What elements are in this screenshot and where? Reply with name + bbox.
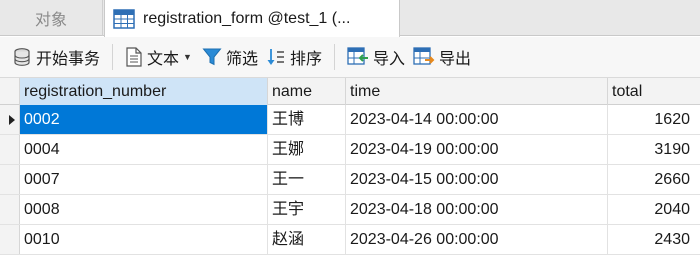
sort-label: 排序 xyxy=(289,51,322,68)
begin-transaction-label: 开始事务 xyxy=(36,51,101,68)
cell-registration-number[interactable]: 0010 xyxy=(20,225,268,254)
grid-header: registration_number name time total xyxy=(0,77,700,105)
table-row[interactable]: 0008 王宇 2023-04-18 00:00:00 2040 xyxy=(0,195,700,225)
current-row-arrow-icon xyxy=(9,115,15,125)
database-icon xyxy=(14,48,30,66)
column-header-time[interactable]: time xyxy=(346,78,608,105)
cell-total[interactable]: 1620 xyxy=(608,105,700,134)
import-label: 导入 xyxy=(372,51,405,68)
row-indicator xyxy=(0,165,20,194)
cell-time[interactable]: 2023-04-26 00:00:00 xyxy=(346,225,608,254)
cell-name[interactable]: 王娜 xyxy=(268,135,346,164)
cell-registration-number[interactable]: 0002 xyxy=(20,105,268,134)
table-icon xyxy=(113,8,135,29)
cell-total[interactable]: 2430 xyxy=(608,225,700,254)
tab-bar: 对象 registration_form @test_1 (... xyxy=(0,0,700,37)
cell-total[interactable]: 2040 xyxy=(608,195,700,224)
filter-label: 筛选 xyxy=(225,51,258,68)
filter-icon xyxy=(202,48,222,66)
column-header-name[interactable]: name xyxy=(268,78,346,105)
cell-registration-number[interactable]: 0004 xyxy=(20,135,268,164)
filter-button[interactable]: 筛选 xyxy=(198,41,262,73)
import-button[interactable]: 导入 xyxy=(343,41,409,73)
text-button[interactable]: 文本 ▼ xyxy=(121,41,198,73)
cell-time[interactable]: 2023-04-15 00:00:00 xyxy=(346,165,608,194)
cell-registration-number[interactable]: 0007 xyxy=(20,165,268,194)
toolbar: 开始事务 文本 ▼ 筛选 排序 导入 导出 xyxy=(0,37,700,77)
data-grid: registration_number name time total 0002… xyxy=(0,77,700,263)
row-indicator xyxy=(0,195,20,224)
toolbar-divider xyxy=(112,44,114,70)
tab-title: registration_form @test_1 (... xyxy=(143,9,351,27)
row-indicator xyxy=(0,105,20,134)
export-button[interactable]: 导出 xyxy=(409,41,475,73)
row-indicator xyxy=(0,135,20,164)
cell-time[interactable]: 2023-04-14 00:00:00 xyxy=(346,105,608,134)
tab-objects[interactable]: 对象 xyxy=(0,0,103,36)
begin-transaction-button[interactable]: 开始事务 xyxy=(8,41,104,73)
table-row[interactable]: 0010 赵涵 2023-04-26 00:00:00 2430 xyxy=(0,225,700,255)
cell-time[interactable]: 2023-04-18 00:00:00 xyxy=(346,195,608,224)
chevron-down-icon[interactable]: ▼ xyxy=(183,52,192,62)
export-icon xyxy=(413,47,435,65)
cell-time[interactable]: 2023-04-19 00:00:00 xyxy=(346,135,608,164)
table-row[interactable]: 0002 王博 2023-04-14 00:00:00 1620 xyxy=(0,105,700,135)
text-label: 文本 xyxy=(147,51,180,68)
import-icon xyxy=(347,47,368,65)
row-indicator xyxy=(0,225,20,254)
sort-icon xyxy=(267,49,284,65)
table-row[interactable]: 0004 王娜 2023-04-19 00:00:00 3190 xyxy=(0,135,700,165)
sort-button[interactable]: 排序 xyxy=(262,41,326,73)
cell-total[interactable]: 2660 xyxy=(608,165,700,194)
export-label: 导出 xyxy=(439,51,472,68)
tab-registration-form[interactable]: registration_form @test_1 (... xyxy=(104,0,400,37)
document-icon xyxy=(126,47,142,67)
tab-objects-label: 对象 xyxy=(34,12,67,29)
cell-name[interactable]: 王宇 xyxy=(268,195,346,224)
cell-name[interactable]: 王博 xyxy=(268,105,346,134)
grid-corner xyxy=(0,78,20,105)
cell-total[interactable]: 3190 xyxy=(608,135,700,164)
toolbar-divider xyxy=(333,44,335,70)
cell-registration-number[interactable]: 0008 xyxy=(20,195,268,224)
cell-name[interactable]: 王一 xyxy=(268,165,346,194)
cell-name[interactable]: 赵涵 xyxy=(268,225,346,254)
table-row[interactable]: 0007 王一 2023-04-15 00:00:00 2660 xyxy=(0,165,700,195)
column-header-total[interactable]: total xyxy=(608,78,700,105)
column-header-registration-number[interactable]: registration_number xyxy=(20,78,268,105)
